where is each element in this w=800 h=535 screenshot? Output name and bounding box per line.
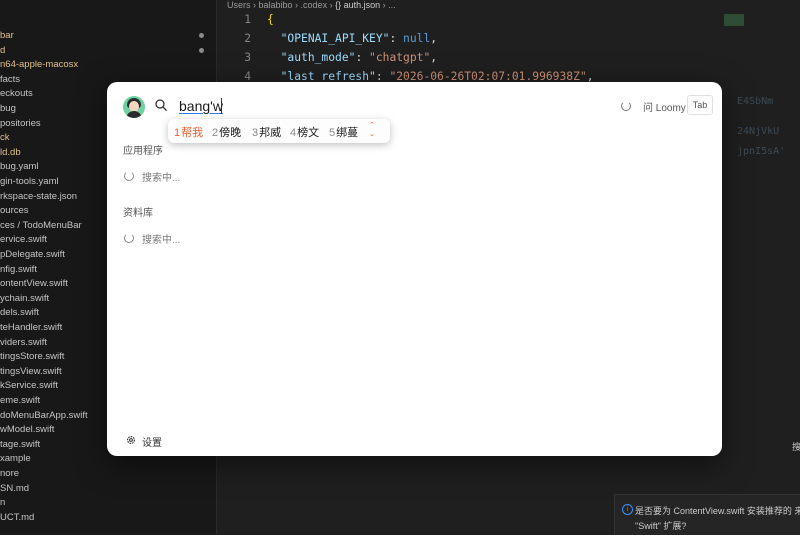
launcher-panel: ⌃⌄ 1帮我 2傍晚 3邦威 4榜文 5绑蔓 问 Loomy Tab 应用程序 搜索中.… [107,82,722,456]
file-tree-item[interactable]: teHandler.swift [0,320,62,335]
file-tree-item[interactable]: SN.md [0,481,29,496]
loading-spinner-icon [621,101,631,111]
file-tree-item[interactable]: ervice.swift [0,232,47,247]
line-number: 1 [244,13,251,26]
minimap[interactable] [724,14,774,26]
file-tree-item[interactable]: wModel.swift [0,422,54,437]
right-panel-fragment: 搜 [792,442,800,452]
file-tree-item[interactable]: UCT.md [0,510,34,525]
file-tree-item[interactable]: doMenuBarApp.swift [0,408,88,423]
file-tree-item[interactable]: eckouts [0,86,33,101]
section-title-apps: 应用程序 [123,146,163,157]
file-tree-item[interactable]: ources [0,203,29,218]
file-tree-item[interactable]: ychain.swift [0,291,49,306]
code-token: , [430,32,438,45]
extension-recommendation-toast[interactable]: i 是否要为 ContentView.swift 安装推荐的 来 "Swift"… [614,494,800,535]
ime-candidate-text: 绑蔓 [336,127,359,139]
file-tree-item[interactable]: viders.swift [0,335,47,350]
ime-candidate-text: 帮我 [181,127,204,139]
ime-candidate[interactable]: 2傍晚 [212,124,241,140]
ime-candidate[interactable]: 3邦威 [252,124,281,140]
breadcrumb-balabibo[interactable]: balabibo [259,0,293,10]
file-tree-item[interactable]: ld.db [0,145,21,160]
info-icon: i [622,504,633,515]
apps-loading-spinner-icon [124,171,134,181]
file-tree-item[interactable]: facts [0,72,20,87]
code-line[interactable]: 3 "auth_mode": "chatgpt", [217,51,437,64]
file-tree-item[interactable]: ck [0,130,10,145]
code-token: null [403,32,431,45]
line-number: 2 [244,32,251,45]
search-icon [155,99,167,111]
file-tree-item[interactable]: ces / TodoMenuBar [0,218,82,233]
ime-candidate[interactable]: 4榜文 [290,124,319,140]
file-tree-item[interactable]: dels.swift [0,305,39,320]
code-token: : [355,51,370,64]
file-tree-item[interactable]: bar [0,28,14,43]
breadcrumb-more[interactable]: ... [388,0,396,10]
library-loading-spinner-icon [124,233,134,243]
file-tree-item[interactable]: n64-apple-macosx [0,57,78,72]
toast-message-2: "Swift" 扩展? [635,521,687,531]
code-line[interactable]: 1{ [217,13,274,26]
file-tree-item[interactable]: d [0,43,5,58]
modified-indicator-icon [199,47,204,53]
breadcrumb-users[interactable]: Users [227,0,251,10]
code-token: "auth_mode" [280,51,356,64]
ime-page-arrows-icon[interactable]: ⌃ ⌄ [367,121,377,141]
settings-button[interactable]: 设置 [142,434,162,449]
file-tree-item[interactable]: tingsView.swift [0,364,62,379]
ime-candidate-text: 榜文 [297,127,320,139]
file-tree-item[interactable]: nore [0,466,19,481]
code-token: "chatgpt" [369,51,431,64]
apps-loading-text: 搜索中... [142,173,181,184]
code-token: { [267,13,274,26]
line-number: 3 [244,51,251,64]
code-token: , [430,51,438,64]
breadcrumb-codex[interactable]: .codex [301,0,328,10]
search-input[interactable] [179,97,479,115]
avatar[interactable] [123,96,145,118]
ime-candidate[interactable]: 5绑蔓 [329,124,358,140]
file-tree-item[interactable]: ontentView.swift [0,276,68,291]
tab-key-hint: Tab [687,95,713,115]
text-caret [221,98,222,114]
file-tree-item[interactable]: tingsStore.swift [0,349,64,364]
ime-candidate-number: 5 [329,127,336,139]
code-line[interactable]: 2 "OPENAI_API_KEY": null, [217,32,437,45]
ime-candidate-text: 傍晚 [219,127,242,139]
file-tree-item[interactable]: tage.swift [0,437,40,452]
section-title-library: 资料库 [123,208,153,219]
file-tree-item[interactable]: kService.swift [0,378,58,393]
breadcrumb: Users › balabibo › .codex › {} auth.json… [227,0,396,10]
file-tree-item[interactable]: gin-tools.yaml [0,174,59,189]
ime-candidate-text: 邦威 [259,127,282,139]
ime-candidate-number: 1 [174,127,181,139]
code-token: : [389,32,404,45]
file-tree-item[interactable]: bug [0,101,16,116]
file-tree-item[interactable]: positories [0,116,41,131]
modified-indicator-icon [199,33,204,38]
ask-loomy-button[interactable]: 问 Loomy [643,99,686,114]
breadcrumb-auth-json[interactable]: {} auth.json [335,0,380,10]
code-token: "OPENAI_API_KEY" [280,32,390,45]
file-tree-item[interactable]: nfig.swift [0,262,37,277]
ime-candidate-number: 3 [252,127,259,139]
ime-candidate-number: 4 [290,127,297,139]
gear-icon [126,435,136,445]
file-tree-item[interactable]: rkspace-state.json [0,189,77,204]
library-loading-text: 搜索中... [142,235,181,246]
ime-candidate-number: 2 [212,127,219,139]
file-tree-item[interactable]: n [0,495,5,510]
toast-message: 是否要为 ContentView.swift 安装推荐的 来 [635,506,800,516]
ime-candidate[interactable]: 1帮我 [174,124,203,140]
file-tree-item[interactable]: bug.yaml [0,159,39,174]
ime-candidate-bar[interactable]: ⌃ ⌄ 1帮我 2傍晚 3邦威 4榜文 5绑蔓 [168,119,390,143]
file-tree-item[interactable]: xample [0,451,31,466]
file-tree-item[interactable]: eme.swift [0,393,40,408]
file-tree-item[interactable]: pDelegate.swift [0,247,65,262]
